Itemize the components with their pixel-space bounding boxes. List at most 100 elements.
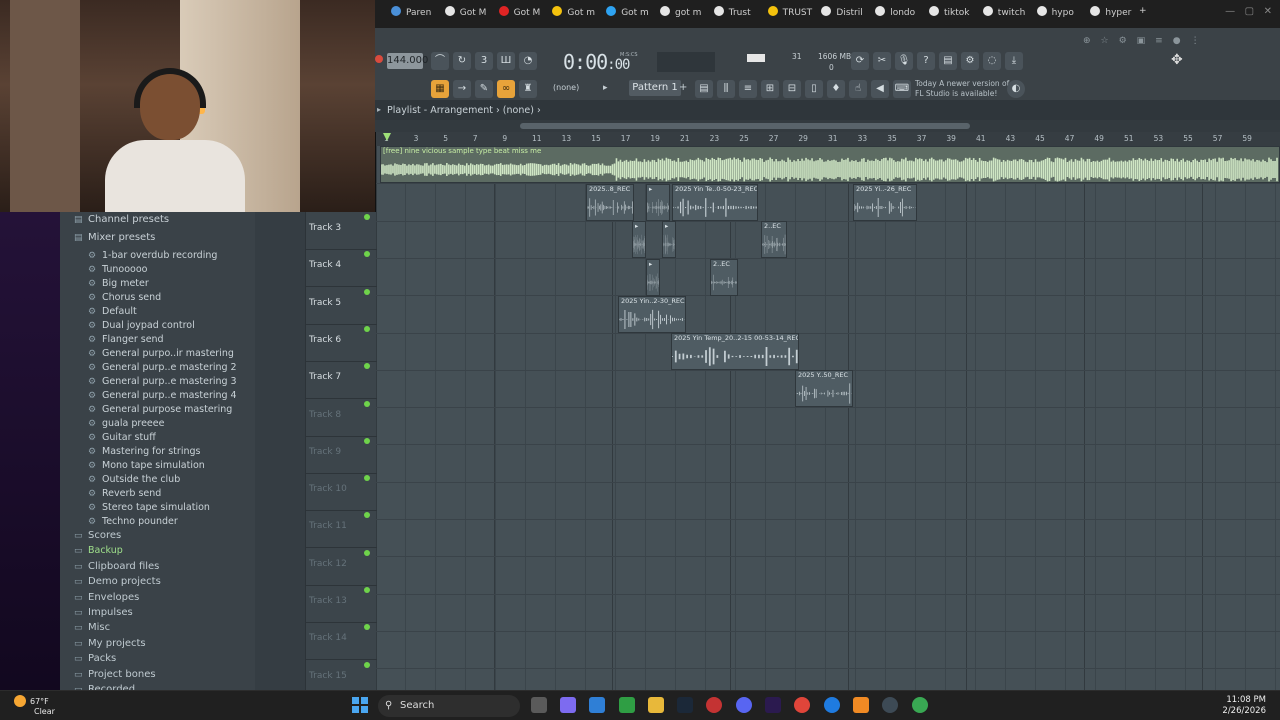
audio-clip[interactable]: 2025 Yi..-26_REC [853, 184, 917, 221]
track-mute-led[interactable] [364, 363, 370, 370]
track-mute-led[interactable] [364, 437, 370, 444]
link-icon[interactable]: ∞ [497, 80, 515, 98]
browser-item[interactable]: ⚙ Guitar stuff [88, 432, 156, 446]
track-label[interactable]: Track 11 [309, 521, 347, 531]
browser-item[interactable]: ▤ Channel presets [74, 214, 169, 228]
track-mute-led[interactable] [364, 251, 370, 258]
browser-item[interactable]: ⚙ Big meter [88, 278, 149, 292]
track-label[interactable]: Track 13 [309, 596, 347, 606]
browser-item[interactable]: ⚙ Reverb send [88, 488, 161, 502]
tempo-display[interactable]: 144.000 [387, 53, 428, 69]
browser-item[interactable]: ▭ Project bones [74, 669, 156, 683]
audio-clip[interactable]: 2025 Yin..2-30_REC [618, 296, 686, 333]
audio-clip[interactable]: 2..EC [710, 259, 738, 296]
browser-item[interactable]: ⚙ Outside the club [88, 474, 180, 488]
browser-item[interactable]: ⚙ Techno pounder [88, 516, 178, 530]
stamp-icon[interactable]: ♜ [519, 80, 537, 98]
pattern-selector[interactable]: Pattern 1 [629, 80, 681, 96]
track-mute-led[interactable] [364, 400, 370, 407]
track-label[interactable]: Track 5 [309, 298, 341, 308]
playhead-marker[interactable] [383, 133, 391, 141]
file-explorer-icon[interactable] [648, 697, 664, 713]
browser-item[interactable]: ▭ Impulses [74, 607, 133, 621]
browser-item[interactable]: ▭ Demo projects [74, 576, 161, 590]
track-mute-led[interactable] [364, 624, 370, 631]
track-mute-led[interactable] [364, 549, 370, 556]
track-label[interactable]: Track 12 [309, 559, 347, 569]
taskbar-search[interactable]: ⚲ Search [378, 695, 520, 717]
piano-roll-icon[interactable]: ⊞ [761, 80, 779, 98]
horn-icon[interactable]: ◀ [871, 80, 889, 98]
track-label[interactable]: Track 3 [309, 223, 341, 233]
record-button[interactable] [375, 55, 383, 63]
metronome-icon[interactable]: ⌒ [431, 52, 449, 70]
track-mute-led[interactable] [364, 288, 370, 295]
countdown-icon[interactable]: ◔ [519, 52, 537, 70]
browser-tab[interactable]: tiktok [929, 6, 970, 22]
browser-item[interactable]: ⚙ Tunooooo [88, 264, 147, 278]
browser-item[interactable]: ⚙ General purp..e mastering 4 [88, 390, 237, 404]
fl-studio-icon[interactable] [853, 697, 869, 713]
tools-icon[interactable]: ✂ [873, 52, 891, 70]
copilot-icon[interactable] [560, 697, 576, 713]
channel-rack-icon[interactable]: ≡ [739, 80, 757, 98]
arrow-right-icon[interactable]: → [453, 80, 471, 98]
browser-item[interactable]: ▭ Misc [74, 622, 110, 636]
browser-tab[interactable]: Got m [606, 6, 649, 22]
browser-tab[interactable]: Got M [498, 6, 540, 22]
browser-tab[interactable]: twitch [982, 6, 1025, 22]
step-edit-icon[interactable]: 3 [475, 52, 493, 70]
help-icon[interactable]: ? [917, 52, 935, 70]
browser-item[interactable]: ▭ My projects [74, 638, 146, 652]
track-label[interactable]: Track 7 [309, 372, 341, 382]
system-clock[interactable]: 11:08 PM 2/26/2026 [1222, 695, 1266, 717]
browser-tab[interactable]: hypo [1036, 6, 1074, 22]
audio-clip[interactable]: 2025 Yin Te..0-50-23_REC [672, 184, 758, 221]
track-label[interactable]: Track 10 [309, 484, 347, 494]
typing-keyboard-icon[interactable]: Ш [497, 52, 515, 70]
browser-tab[interactable]: hyper [1090, 6, 1131, 22]
track-label[interactable]: Track 14 [309, 633, 347, 643]
browser-tab[interactable]: Paren [391, 6, 431, 22]
browser-icon[interactable]: ⊟ [783, 80, 801, 98]
discord-icon[interactable] [736, 697, 752, 713]
audio-clip[interactable]: 2025 Yin Temp_20..2-15 00-53-14_REC [671, 333, 799, 370]
browser-item[interactable]: ⚙ General purp..e mastering 3 [88, 376, 237, 390]
pencil-icon[interactable]: ✎ [475, 80, 493, 98]
track-mute-led[interactable] [364, 475, 370, 482]
browser-item[interactable]: ⚙ Flanger send [88, 334, 164, 348]
browser-tab[interactable]: Got M [444, 6, 486, 22]
window-controls[interactable]: — ▢ ✕ [1225, 6, 1272, 17]
playlist-icon[interactable]: ▦ [431, 80, 449, 98]
pattern-prev-icon[interactable]: ▸ [603, 83, 608, 93]
browser-item[interactable]: ⚙ General purpo..ir mastering [88, 348, 234, 362]
browser-item[interactable]: ⚙ Stereo tape simulation [88, 502, 210, 516]
steam-icon[interactable] [677, 697, 693, 713]
audio-clip[interactable]: 2..EC [761, 221, 787, 258]
browser-tab[interactable]: Distril [821, 6, 863, 22]
track-label[interactable]: Track 6 [309, 335, 341, 345]
add-pattern-icon[interactable]: + [679, 82, 687, 93]
app-red-icon[interactable] [706, 697, 722, 713]
browser-item[interactable]: ▭ Envelopes [74, 592, 139, 606]
track-mute-led[interactable] [364, 587, 370, 593]
snap-select[interactable]: (none) [553, 83, 579, 92]
app-c-icon[interactable] [882, 697, 898, 713]
track-mute-led[interactable] [364, 512, 370, 519]
download-icon[interactable]: ⤓ [1005, 52, 1023, 70]
windows-start-icon[interactable] [352, 697, 368, 713]
app-blue-icon[interactable] [824, 697, 840, 713]
audio-clip[interactable]: ▸ [662, 221, 676, 258]
browser-tab[interactable]: TRUST [767, 6, 812, 22]
keyboard-icon[interactable]: ⌨ [893, 80, 911, 98]
update-notice[interactable]: Today A newer version of FL Studio is av… [915, 79, 1015, 99]
plugin-picker-icon[interactable]: ♦ [827, 80, 845, 98]
task-view-icon[interactable] [531, 697, 547, 713]
browser-item[interactable]: ⚙ Dual joypad control [88, 320, 195, 334]
track-mute-led[interactable] [364, 325, 370, 332]
touch-icon[interactable]: ☝ [849, 80, 867, 98]
browser-item[interactable]: ⚙ Chorus send [88, 292, 161, 306]
browser-item[interactable]: ⚙ General purpose mastering [88, 404, 232, 418]
chat-icon[interactable]: ◌ [983, 52, 1001, 70]
audio-clip[interactable]: ▸ [646, 259, 660, 296]
